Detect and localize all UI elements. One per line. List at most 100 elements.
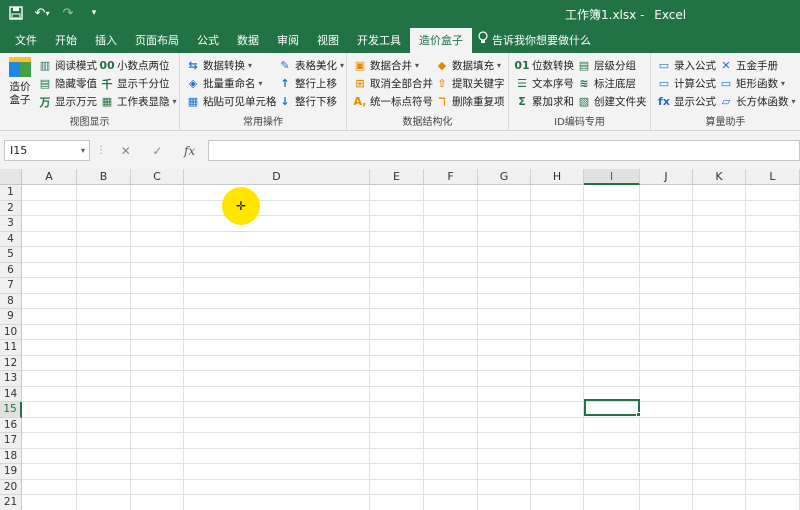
two-decimal-button[interactable]: 00 小数点两位 [99,58,169,73]
column-header-j[interactable]: J [640,169,693,185]
table-beautify-button[interactable]: ✎ 表格美化 ▾ [278,58,344,73]
row-header-2[interactable]: 2 [0,200,22,216]
unify-punctuation-button[interactable]: A, 统一标点符号 [353,94,433,109]
row-header-14[interactable]: 14 [0,386,22,402]
rect-function-button[interactable]: ▭ 矩形函数 ▾ [719,76,785,91]
grid-column-line [130,185,131,510]
cuboid-function-button[interactable]: ▱ 长方体函数 ▾ [719,94,796,109]
batch-rename-button[interactable]: ◈ 批量重命名 ▾ [186,76,263,91]
row-header-7[interactable]: 7 [0,278,22,294]
row-header-8[interactable]: 8 [0,293,22,309]
row-header-4[interactable]: 4 [0,231,22,247]
tab-review[interactable]: 审阅 [268,28,308,53]
table-beautify-label: 表格美化 [295,60,337,72]
row-header-3[interactable]: 3 [0,216,22,232]
show-wan-button[interactable]: 万显示万元 [38,94,98,109]
row-down-button[interactable]: ↓ 整行下移 [278,94,337,109]
column-header-b[interactable]: B [77,169,131,185]
column-header-f[interactable]: F [424,169,478,185]
extract-keyword-button[interactable]: ⇧ 提取关键字 [435,76,504,91]
column-header-k[interactable]: K [693,169,746,185]
column-header-a[interactable]: A [22,169,77,185]
redo-icon[interactable]: ↷ [60,4,76,22]
thousands-sep-button[interactable]: 千显示千分位 [100,76,170,91]
level-group-button[interactable]: ▤ 层级分组 [577,58,636,73]
row-header-11[interactable]: 11 [0,340,22,356]
tab-zaojia-box[interactable]: 造价盒子 [410,28,472,53]
tab-view[interactable]: 视图 [308,28,348,53]
row-header-10[interactable]: 10 [0,324,22,340]
row-header-21[interactable]: 21 [0,495,22,510]
paste-visible-button[interactable]: ▦ 粘贴可见单元格 [186,94,277,109]
row-header-1[interactable]: 1 [0,185,22,201]
data-fill-button[interactable]: ◆ 数据填充 ▾ [435,58,501,73]
tab-home[interactable]: 开始 [46,28,86,53]
hardware-manual-button[interactable]: ✕ 五金手册 [719,58,778,73]
column-header-h[interactable]: H [531,169,584,185]
book-icon: ▥ [39,59,51,72]
hide-zero-button[interactable]: ▤ 隐藏零值 [38,76,97,91]
column-header-g[interactable]: G [478,169,531,185]
splitter-handle[interactable]: ⋮ [96,145,106,156]
worksheet-grid[interactable]: ABCDEFGHIJKL 1 2 3 4 5 6 7 8 9 10 11 12 13 14 15 16 17 18… [0,169,800,510]
row-header-12[interactable]: 12 [0,355,22,371]
digit-convert-button[interactable]: 01 位数转换 [514,58,574,73]
fill-handle[interactable] [636,412,641,417]
tab-data[interactable]: 数据 [228,28,268,53]
mark-bottom-label: 标注底层 [594,78,636,90]
hardware-manual-label: 五金手册 [736,60,778,72]
sheet-visibility-button[interactable]: ▦ 工作表显隐 ▾ [100,94,177,109]
cancel-icon[interactable]: ✕ [121,144,131,158]
show-formula-button[interactable]: fx 显示公式 [657,94,716,109]
insert-function-icon[interactable]: fx [184,144,195,158]
data-convert-button[interactable]: ⇆ 数据转换 ▾ [186,58,252,73]
save-icon[interactable] [8,4,24,22]
reading-mode-label: 阅读模式 [55,60,97,72]
unmerge-all-button[interactable]: ⊞ 取消全部合并 [353,76,433,91]
create-folder-button[interactable]: ▧ 创建文件夹 [577,94,647,109]
column-header-i[interactable]: I [584,169,640,185]
row-header-19[interactable]: 19 [0,464,22,480]
text-seq-label: 文本序号 [532,78,574,90]
data-merge-button[interactable]: ▣ 数据合并 ▾ [353,58,419,73]
active-cell[interactable] [584,399,641,417]
row-header-13[interactable]: 13 [0,371,22,387]
row-header-6[interactable]: 6 [0,262,22,278]
remove-duplicates-button[interactable]: ℸ 删除重复项 [435,94,504,109]
row-header-17[interactable]: 17 [0,433,22,449]
window-title: 工作簿1.xlsx - Excel [565,6,686,23]
column-header-d[interactable]: D [184,169,370,185]
row-header-18[interactable]: 18 [0,448,22,464]
tell-me-search[interactable]: 告诉我你想要做什么 [478,28,591,53]
reading-mode-button[interactable]: ▥ 阅读模式 [38,58,97,73]
row-header-20[interactable]: 20 [0,479,22,495]
customize-icon[interactable]: ▾ [86,4,102,22]
undo-icon[interactable]: ↶ ▾ [34,4,50,22]
column-header-c[interactable]: C [131,169,184,185]
calc-formula-button[interactable]: ▭ 计算公式 [657,76,716,91]
column-header-e[interactable]: E [370,169,424,185]
mark-bottom-button[interactable]: ≋ 标注底层 [577,76,636,91]
tab-insert[interactable]: 插入 [86,28,126,53]
text-seq-button[interactable]: ☰ 文本序号 [515,76,574,91]
tab-formulas[interactable]: 公式 [188,28,228,53]
tab-page-layout[interactable]: 页面布局 [126,28,188,53]
tab-file[interactable]: 文件 [6,28,46,53]
enter-icon[interactable]: ✓ [152,144,162,158]
row-header-16[interactable]: 16 [0,417,22,433]
row-header-9[interactable]: 9 [0,309,22,325]
grid-column-line [183,185,184,510]
enter-formula-button[interactable]: ▭ 录入公式 [657,58,716,73]
chevron-down-icon[interactable]: ▾ [81,141,85,160]
row-header-5[interactable]: 5 [0,247,22,263]
row-up-button[interactable]: ↑ 整行上移 [278,76,337,91]
formula-input[interactable] [208,140,800,161]
row-header-15[interactable]: 15 [0,402,22,418]
zaojia-box-button[interactable]: 造价 盒子 [6,57,34,107]
tab-developer[interactable]: 开发工具 [348,28,410,53]
name-box[interactable]: I15 ▾ [4,140,90,161]
select-all-corner[interactable] [0,169,22,185]
column-header-l[interactable]: L [746,169,800,185]
cumulative-sum-button[interactable]: Σ 累加求和 [515,94,574,109]
grid-row-line [22,261,800,263]
